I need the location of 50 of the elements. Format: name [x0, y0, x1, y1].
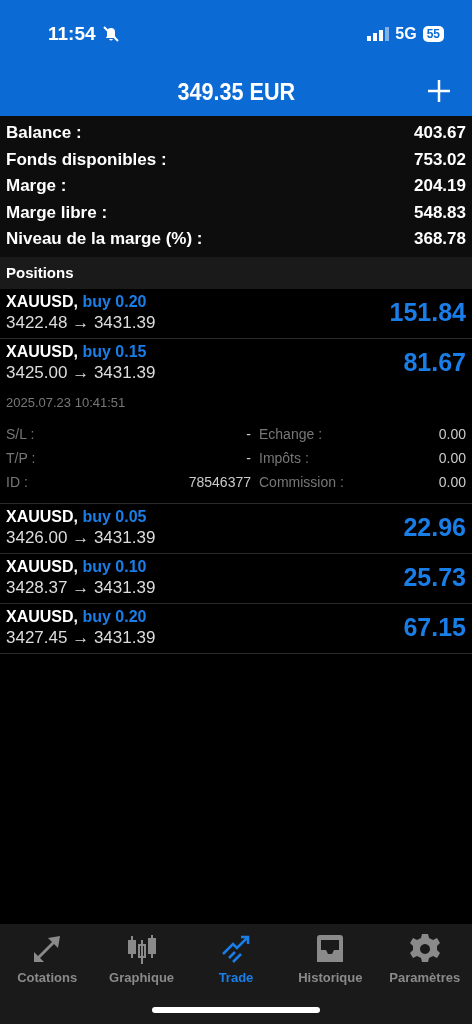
price-range: 3428.37 → 3431.39 — [6, 577, 156, 598]
detail-value: 78546377 — [187, 473, 251, 490]
price-range: 3422.48 → 3431.39 — [6, 312, 156, 333]
account-equity: 349.35 EUR — [177, 78, 295, 106]
summary-value: 204.19 — [414, 176, 466, 197]
detail-label: ID : — [6, 473, 29, 490]
tab-item[interactable]: Graphique — [96, 932, 187, 985]
tab-item[interactable]: Paramètres — [379, 932, 470, 985]
detail-label: Echange : — [258, 425, 324, 442]
tab-item[interactable]: Historique — [285, 932, 376, 985]
profit-value: 151.84 — [389, 298, 466, 327]
profit-value: 81.67 — [403, 348, 466, 377]
detail-label: S/L : — [6, 425, 36, 442]
summary-label: Marge libre : — [6, 202, 108, 223]
detail-value: 0.00 — [437, 449, 466, 466]
network-label: 5G — [395, 25, 417, 43]
summary-label: Fonds disponibles : — [6, 149, 167, 170]
section-header: Positions — [0, 256, 472, 289]
bell-muted-icon — [101, 25, 120, 43]
summary-value: 753.02 — [414, 149, 466, 170]
battery-indicator: 55 — [422, 26, 444, 42]
summary-value: 368.78 — [414, 229, 466, 250]
profit-value: 22.96 — [403, 513, 466, 542]
detail-value: - — [245, 449, 251, 466]
summary-label: Niveau de la marge (%) : — [6, 229, 203, 250]
detail-label: Impôts : — [258, 449, 310, 466]
summary-value: 403.67 — [414, 123, 466, 144]
detail-value: - — [245, 425, 251, 442]
profit-value: 67.15 — [403, 613, 466, 642]
detail-label: Commission : — [258, 473, 345, 490]
price-range: 3425.00 → 3431.39 — [6, 362, 156, 383]
position-title: XAUUSD, buy 0.15 — [6, 342, 148, 361]
status-time: 11:54 — [48, 23, 96, 45]
summary-value: 548.83 — [414, 202, 466, 223]
summary-label: Balance : — [6, 123, 82, 144]
profit-value: 25.73 — [403, 563, 466, 592]
position-title: XAUUSD, buy 0.20 — [6, 607, 148, 626]
tab-item[interactable]: Trade — [190, 932, 281, 985]
price-range: 3427.45 → 3431.39 — [6, 627, 156, 648]
tab-item[interactable]: Cotations — [2, 932, 93, 985]
detail-label: T/P : — [6, 449, 37, 466]
summary-label: Marge : — [6, 176, 67, 197]
price-range: 3426.00 → 3431.39 — [6, 527, 156, 548]
open-time: 2025.07.23 10:41:51 — [6, 394, 127, 410]
signal-icon — [367, 27, 390, 41]
position-title: XAUUSD, buy 0.20 — [6, 292, 148, 311]
position-title: XAUUSD, buy 0.10 — [6, 557, 148, 576]
position-title: XAUUSD, buy 0.05 — [6, 507, 148, 526]
detail-value: 0.00 — [437, 473, 466, 490]
detail-value: 0.00 — [437, 425, 466, 442]
